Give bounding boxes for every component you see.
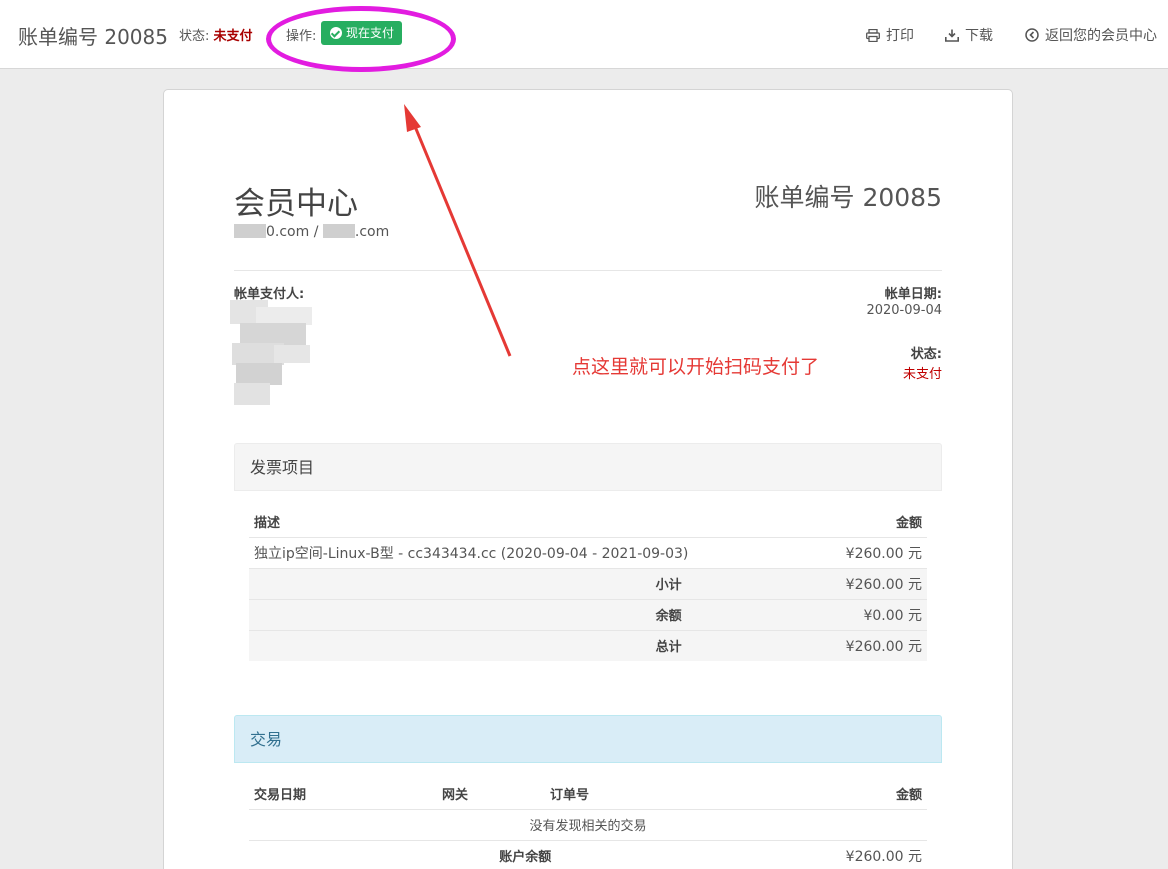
action-label: 操作: [286, 29, 317, 44]
total-label: 总计 [249, 629, 817, 661]
company-domains: 0.com / .com [234, 224, 389, 240]
print-button[interactable]: 打印 [866, 25, 914, 45]
balance-row: 余额 ¥0.00 元 [249, 598, 927, 630]
print-icon [866, 28, 880, 42]
transactions-table: 交易日期 网关 订单号 金额 没有发现相关的交易 账户余额 ¥260.00 元 [249, 778, 927, 869]
column-transaction-date: 交易日期 [254, 787, 307, 803]
redacted-block [322, 224, 355, 238]
column-order-id: 订单号 [550, 787, 590, 803]
invoice-items-header: 发票项目 [234, 443, 942, 491]
company-name: 会员中心 [234, 186, 358, 222]
redacted-payer-info [226, 295, 318, 407]
annotation-note: 点这里就可以开始扫码支付了 [572, 356, 820, 378]
credit-label: 余额 [249, 598, 817, 630]
check-circle-icon [330, 27, 342, 39]
column-description: 描述 [254, 515, 281, 531]
subtotal-label: 小计 [249, 567, 817, 599]
total-value: ¥260.00 元 [816, 629, 927, 661]
item-amount: ¥260.00 元 [816, 536, 927, 568]
back-label: 返回您的会员中心 [1045, 28, 1157, 44]
item-description: 独立ip空间-Linux-B型 - cc343434.cc (2020-09-0… [249, 536, 817, 568]
divider [234, 270, 942, 271]
transactions-header: 交易 [234, 715, 942, 763]
account-balance-value: ¥260.00 元 [683, 839, 927, 869]
download-button[interactable]: 下载 [945, 25, 993, 45]
top-status: 状态: 未支付 [179, 25, 253, 44]
invoice-date-value: 2020-09-04 [866, 303, 942, 318]
invoice-card: 会员中心 0.com / .com 账单编号 20085 帐单支付人: 帐单日期… [163, 89, 1013, 869]
column-gateway: 网关 [442, 787, 469, 803]
no-transactions-message: 没有发现相关的交易 [249, 808, 927, 840]
download-label: 下载 [965, 28, 993, 44]
table-row: 没有发现相关的交易 [249, 808, 927, 840]
status-badge: 未支付 [213, 29, 253, 44]
pay-now-button[interactable]: 现在支付 [321, 21, 403, 45]
credit-value: ¥0.00 元 [816, 598, 927, 630]
column-amount: 金额 [895, 787, 922, 803]
invoice-status-label: 状态: [910, 347, 942, 362]
top-bar: 账单编号 20085 状态: 未支付 操作: 现在支付 打印 下载 返回您的会员… [0, 0, 1168, 69]
pay-now-label: 现在支付 [346, 26, 395, 40]
invoice-items-table: 描述 金额 独立ip空间-Linux-B型 - cc343434.cc (202… [249, 506, 927, 661]
download-icon [945, 29, 959, 42]
table-row: 独立ip空间-Linux-B型 - cc343434.cc (2020-09-0… [249, 536, 927, 568]
subtotal-row: 小计 ¥260.00 元 [249, 567, 927, 599]
account-balance-row: 账户余额 ¥260.00 元 [249, 839, 927, 869]
invoice-number: 账单编号 20085 [754, 183, 942, 212]
print-label: 打印 [886, 28, 914, 44]
page-title: 账单编号 20085 [18, 25, 168, 49]
account-balance-label: 账户余额 [249, 839, 684, 869]
table-header-row: 描述 金额 [249, 506, 927, 537]
arrow-circle-left-icon [1025, 28, 1039, 42]
invoice-date-label: 帐单日期: [884, 287, 942, 302]
total-row: 总计 ¥260.00 元 [249, 629, 927, 661]
status-label: 状态: [179, 29, 210, 44]
column-amount: 金额 [895, 515, 922, 531]
invoice-status-value: 未支付 [902, 367, 942, 382]
subtotal-value: ¥260.00 元 [816, 567, 927, 599]
redacted-block [234, 224, 266, 238]
back-to-client-area-link[interactable]: 返回您的会员中心 [1025, 25, 1157, 45]
table-header-row: 交易日期 网关 订单号 金额 [249, 778, 927, 809]
